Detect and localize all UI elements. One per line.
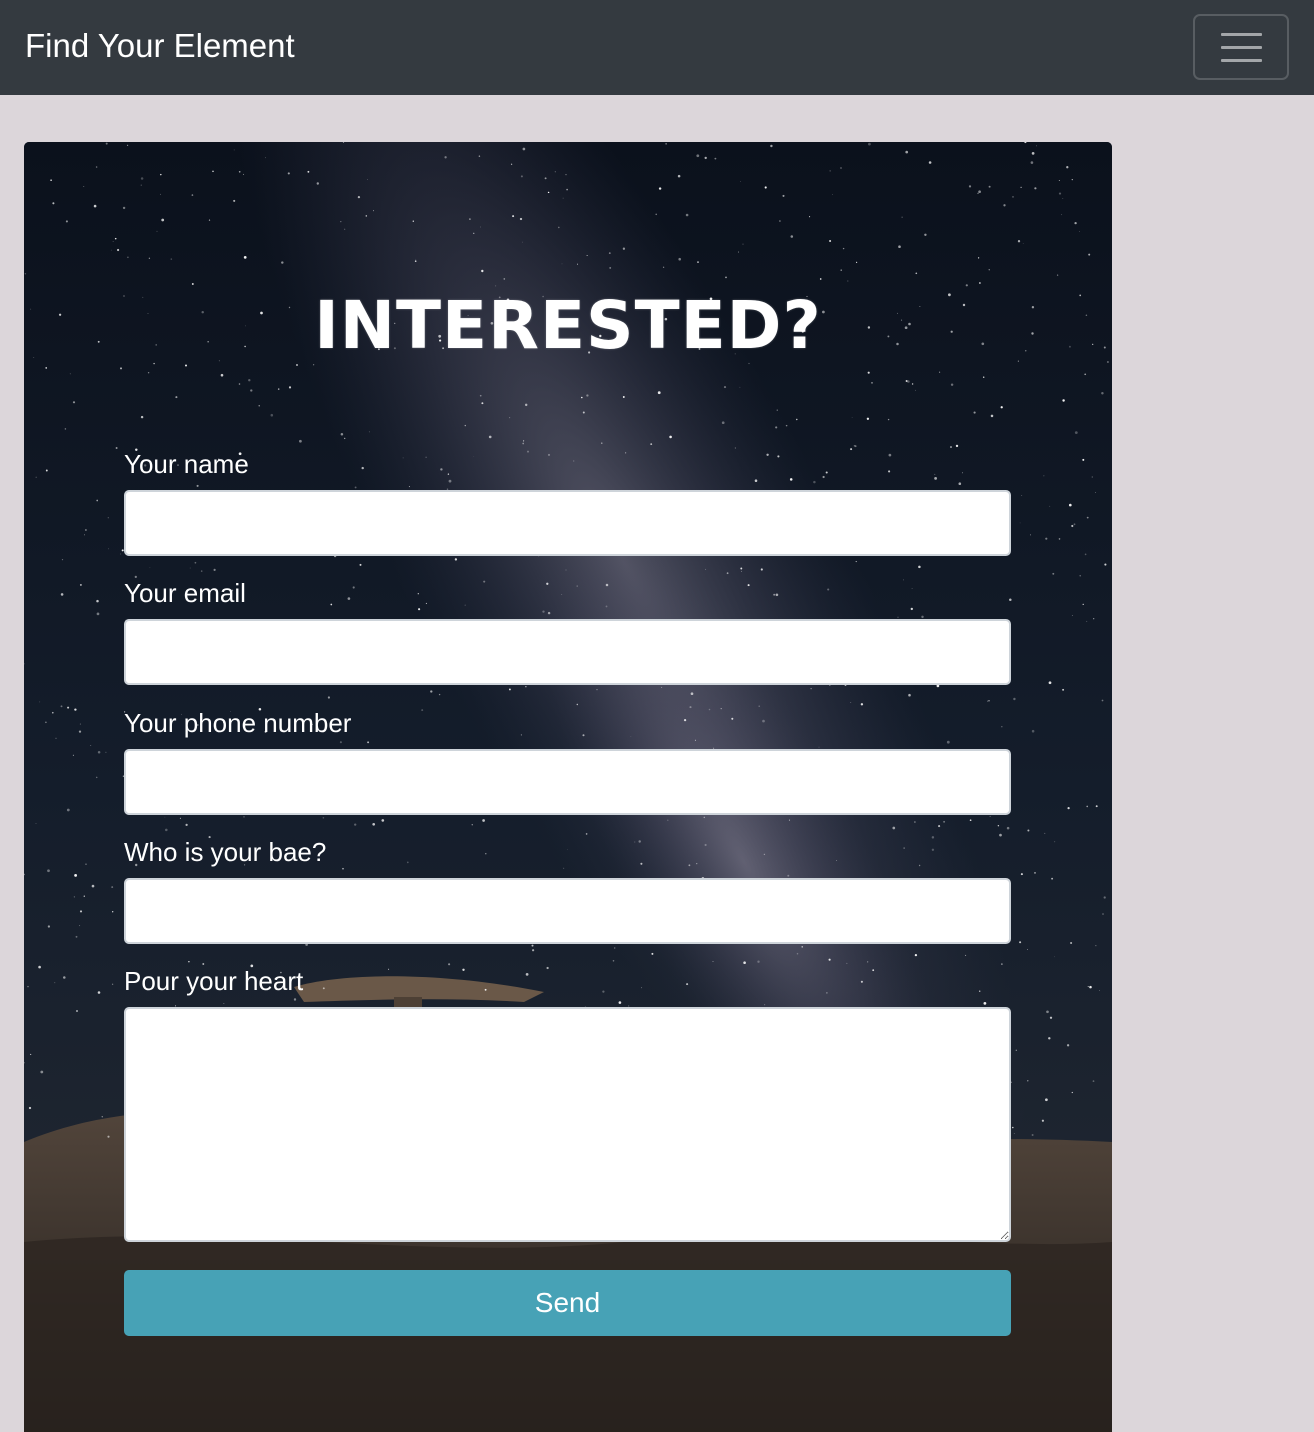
- email-label: Your email: [124, 577, 246, 609]
- message-textarea[interactable]: [124, 1007, 1011, 1242]
- contact-card: INTERESTED? Your name Your email Your ph…: [24, 142, 1112, 1432]
- brand-link[interactable]: Find Your Element: [25, 25, 295, 67]
- bae-input[interactable]: [124, 878, 1011, 944]
- email-input[interactable]: [124, 619, 1011, 685]
- name-label: Your name: [124, 448, 249, 480]
- name-input[interactable]: [124, 490, 1011, 556]
- navbar-toggler-button[interactable]: [1193, 14, 1289, 80]
- send-button[interactable]: Send: [124, 1270, 1011, 1336]
- phone-input[interactable]: [124, 749, 1011, 815]
- phone-label: Your phone number: [124, 707, 351, 739]
- message-label: Pour your heart: [124, 965, 303, 997]
- bae-label: Who is your bae?: [124, 836, 326, 868]
- navbar: Find Your Element: [0, 0, 1314, 95]
- form-heading: INTERESTED?: [24, 290, 1112, 362]
